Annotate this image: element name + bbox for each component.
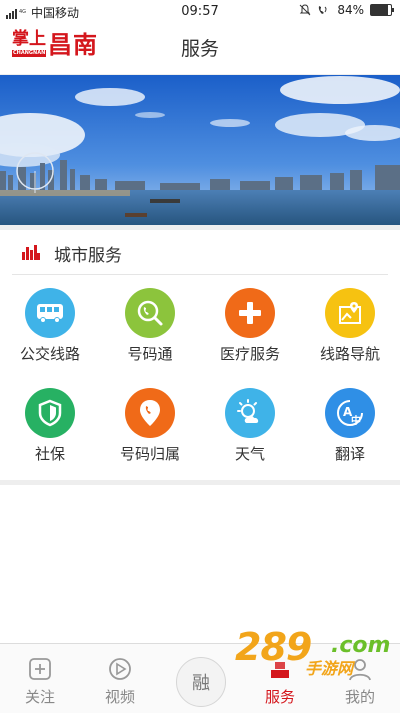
service-number-location[interactable]: 号码归属	[100, 375, 200, 475]
service-label: 翻译	[334, 445, 365, 463]
rong-icon: 融	[192, 673, 210, 694]
tab-label: 关注	[24, 688, 55, 706]
service-number-lookup[interactable]: 号码通	[100, 275, 200, 375]
profile-icon	[349, 659, 371, 681]
phone-location-icon	[125, 388, 175, 438]
tab-label: 服务	[264, 688, 295, 706]
bus-icon	[25, 288, 75, 338]
grid-bottom-divider	[0, 480, 400, 485]
map-pin-icon	[325, 288, 375, 338]
play-icon	[109, 658, 131, 680]
service-label: 线路导航	[319, 345, 380, 363]
service-label: 号码归属	[119, 445, 180, 463]
phone-search-icon	[125, 288, 175, 338]
tab-follow[interactable]: 关注	[0, 644, 80, 713]
page-title: 服务	[180, 38, 219, 60]
battery-level	[371, 5, 388, 15]
service-route-navigation[interactable]: 线路导航	[300, 275, 400, 375]
mute-bell-icon	[299, 4, 311, 16]
tab-video[interactable]: 视频	[80, 644, 160, 713]
battery-percent: 84%	[337, 3, 364, 17]
hd-call-icon	[319, 6, 327, 14]
service-label: 天气	[234, 445, 265, 463]
service-icon	[271, 662, 289, 678]
service-label: 社保	[34, 445, 65, 463]
weather-icon	[225, 388, 275, 438]
tab-label: 我的	[344, 688, 375, 706]
city-services-header: 城市服务	[0, 230, 400, 274]
service-translate[interactable]: A 中 翻译	[300, 375, 400, 475]
tab-service[interactable]: 服务	[240, 644, 320, 713]
status-right: 84%	[299, 3, 394, 17]
service-social-security[interactable]: 社保	[0, 375, 100, 475]
city-skyline-icon	[22, 245, 40, 260]
add-follow-icon	[29, 658, 51, 680]
shield-icon	[25, 388, 75, 438]
banner-photo	[0, 75, 400, 225]
svg-text:中: 中	[351, 414, 361, 427]
service-label: 医疗服务	[219, 345, 280, 363]
service-medical[interactable]: 医疗服务	[200, 275, 300, 375]
app-header: 掌上 CHANGNAN 昌南 服务	[0, 22, 400, 75]
battery-icon	[370, 4, 394, 16]
city-banner-image[interactable]	[0, 75, 400, 225]
section-title: 城市服务	[54, 246, 122, 266]
tab-label: 视频	[104, 688, 135, 706]
medical-cross-icon	[225, 288, 275, 338]
service-bus-lines[interactable]: 公交线路	[0, 275, 100, 375]
service-weather[interactable]: 天气	[200, 375, 300, 475]
rong-center-button[interactable]: 融	[176, 657, 226, 707]
tab-profile[interactable]: 我的	[320, 644, 400, 713]
service-label: 号码通	[127, 345, 173, 363]
translate-icon: A 中	[325, 388, 375, 438]
service-label: 公交线路	[19, 345, 80, 363]
status-bar: 4G 中国移动 09:57 84%	[0, 0, 400, 22]
